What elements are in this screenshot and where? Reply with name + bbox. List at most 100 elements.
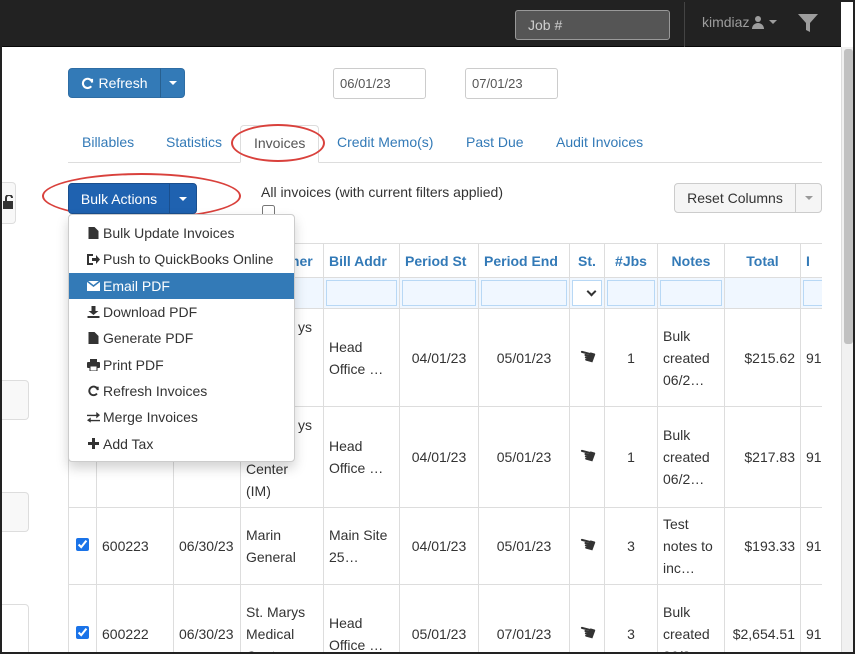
filter-cell[interactable] [323,277,400,309]
menu-item-print-pdf[interactable]: Print PDF [69,351,294,377]
user-menu[interactable]: kimdiaz [702,14,778,30]
period-end-cell: 05/01/23 [478,507,570,585]
menu-item-add-tax[interactable]: Add Tax [69,430,294,456]
notes-filter-input[interactable] [660,280,722,306]
notes-cell: Bulk created 06/2… [657,584,725,652]
column-header-total[interactable]: Total [724,243,801,278]
column-header-status[interactable]: St. [569,243,605,278]
bill-addr-line: Head [329,438,363,454]
menu-item-bulk-update-invoices[interactable]: Bulk Update Invoices [69,220,294,246]
menu-item-download-pdf[interactable]: Download PDF [69,299,294,325]
tab-audit-invoices[interactable]: Audit Invoices [556,125,643,162]
column-header-period-end[interactable]: Period End [478,243,570,278]
notes-line: 06/2… [663,471,705,487]
invoice-date-cell: 06/30/23 [173,507,241,585]
tab-past-due[interactable]: Past Due [466,125,524,162]
row-select-cell[interactable] [68,584,97,652]
username-label: kimdiaz [702,14,750,30]
refresh-button[interactable]: Refresh [68,68,161,98]
menu-item-generate-pdf[interactable]: Generate PDF [69,325,294,351]
tab-invoices[interactable]: Invoices [240,125,320,163]
column-header-period-start[interactable]: Period St [399,243,479,278]
column-header-notes[interactable]: Notes [657,243,725,278]
bill-addr-line: Office … [329,460,384,476]
sidebar-fragment [2,604,29,652]
job-number-input[interactable] [515,10,670,40]
status-cell: ☛ [569,507,605,585]
menu-item-refresh-invoices[interactable]: Refresh Invoices [69,378,294,404]
jobs-filter-input[interactable] [607,280,655,306]
row-checkbox[interactable] [76,538,89,551]
sidebar-fragment [2,492,29,532]
pointing-hand-icon: ☛ [575,619,599,646]
total-cell: $193.33 [724,507,801,585]
bill-addr-line: Main Site [329,527,388,543]
print-icon [87,358,100,371]
filter-cell[interactable] [478,277,570,309]
reset-columns-button[interactable]: Reset Columns [674,183,796,213]
period-end-filter-input[interactable] [481,280,567,306]
column-header-extra[interactable]: I [800,243,822,278]
menu-item-email-pdf[interactable]: Email PDF [69,272,294,299]
row-checkbox[interactable] [76,625,89,639]
chevron-down-icon [804,196,813,200]
tab-statistics[interactable]: Statistics [166,125,222,162]
tab-billables[interactable]: Billables [82,125,134,162]
invoice-number-cell: 600223 [96,507,174,585]
page-scrollbar[interactable] [841,47,853,652]
menu-item-label: Download PDF [103,304,198,321]
menu-item-label: Add Tax [103,435,154,452]
notes-line: Bulk [663,427,691,443]
extra-cell: 91 [800,584,822,652]
period-start-filter-input[interactable] [402,280,476,306]
reset-columns-dropdown-toggle[interactable] [795,183,822,213]
end-date-input[interactable] [465,68,558,99]
filter-cell[interactable] [569,277,605,309]
customer-line: Marin [246,527,282,543]
table-row[interactable]: 600223 06/30/23 Marin General Main Site … [68,507,822,585]
extra-filter-input[interactable] [803,280,822,306]
filter-cell [724,277,801,309]
filter-cell[interactable] [604,277,658,309]
menu-item-push-to-quickbooks[interactable]: Push to QuickBooks Online [69,246,294,272]
scrollbar-thumb[interactable] [844,49,853,344]
bill-addr-line: Office … [329,360,384,377]
refresh-icon [88,385,99,397]
bulk-actions-button[interactable]: Bulk Actions [68,183,170,214]
period-start-cell: 04/01/23 [399,507,479,585]
bulk-actions-menu: Bulk Update Invoices Push to QuickBooks … [68,214,295,462]
column-header-jobs[interactable]: #Jbs [604,243,658,278]
exchange-icon [87,411,100,423]
refresh-dropdown-toggle[interactable] [160,68,185,98]
bulk-actions-dropdown-toggle[interactable] [169,183,197,214]
menu-item-label: Generate PDF [103,330,194,347]
bill-addr-filter-input[interactable] [326,280,397,306]
column-header-bill-addr[interactable]: Bill Addr [323,243,400,278]
all-invoices-label: All invoices (with current filters appli… [261,184,503,200]
menu-item-label: Email PDF [103,277,170,294]
menu-item-label: Refresh Invoices [103,382,208,399]
total-cell: $217.83 [724,406,801,508]
bill-addr-line: Office … [329,636,384,653]
bill-addr-line: Head [329,614,363,631]
customer-line: General [246,549,296,565]
filter-icon[interactable] [797,12,819,34]
filter-cell[interactable] [399,277,479,309]
status-filter-select[interactable] [572,280,602,306]
customer-cell: Marin General [240,507,324,585]
customer-line: ys [298,319,312,335]
jobs-cell: 1 [604,308,658,407]
filter-cell[interactable] [657,277,725,309]
chevron-down-icon [586,286,597,296]
table-row[interactable]: 600222 06/30/23 St. Marys Medical Center… [68,584,822,653]
menu-item-merge-invoices[interactable]: Merge Invoices [69,404,294,430]
customer-line: St. Marys [246,603,306,620]
start-date-input[interactable] [333,68,426,99]
top-navbar: kimdiaz [2,2,853,47]
invoice-tabs: Billables Statistics Invoices Credit Mem… [68,125,822,163]
row-select-cell[interactable] [68,507,97,585]
jobs-cell: 1 [604,406,658,508]
filter-cell[interactable] [800,277,822,309]
bill-addr-line: Head [329,338,363,355]
tab-credit-memos[interactable]: Credit Memo(s) [337,125,433,162]
